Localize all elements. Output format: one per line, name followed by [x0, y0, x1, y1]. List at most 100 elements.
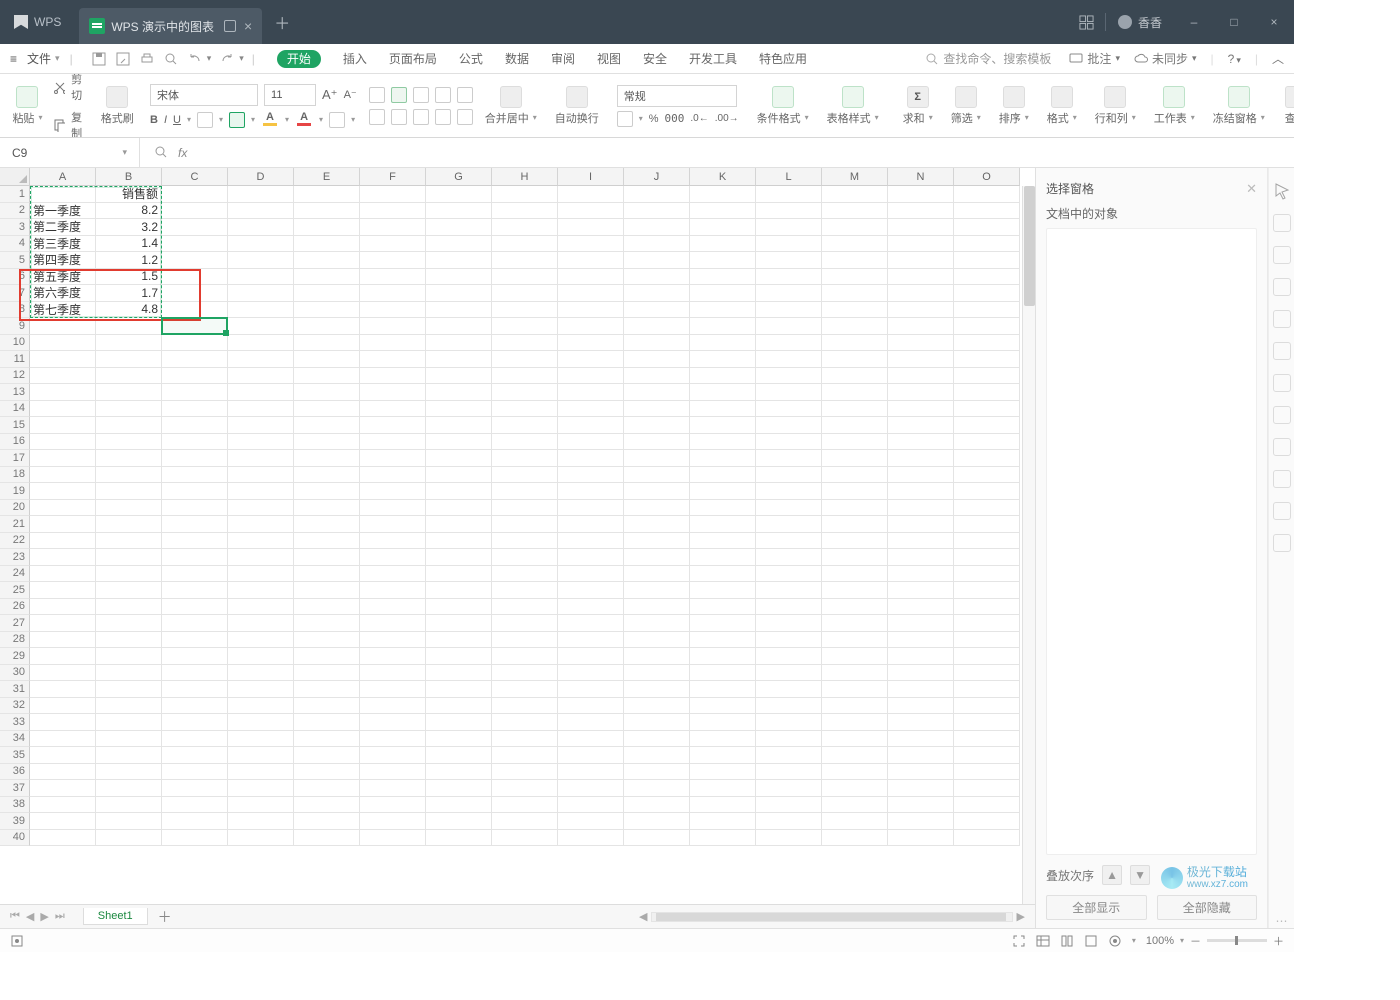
column-header[interactable]: I: [558, 168, 624, 186]
cell[interactable]: [228, 219, 294, 236]
cell[interactable]: [888, 384, 954, 401]
cell[interactable]: [756, 219, 822, 236]
cell[interactable]: [624, 219, 690, 236]
cell[interactable]: [96, 351, 162, 368]
cell[interactable]: [624, 533, 690, 550]
cell[interactable]: [294, 698, 360, 715]
tab-devtools[interactable]: 开发工具: [689, 44, 737, 74]
row-header[interactable]: 36: [0, 764, 30, 781]
cell[interactable]: [228, 747, 294, 764]
column-header[interactable]: J: [624, 168, 690, 186]
cell[interactable]: [360, 830, 426, 847]
cell[interactable]: [426, 219, 492, 236]
cell[interactable]: [294, 731, 360, 748]
help-icon[interactable]: [1273, 534, 1291, 552]
cell[interactable]: [360, 318, 426, 335]
cell[interactable]: [360, 483, 426, 500]
row-header[interactable]: 4: [0, 236, 30, 253]
cell[interactable]: [624, 648, 690, 665]
cell[interactable]: [558, 731, 624, 748]
cell[interactable]: [888, 615, 954, 632]
cell[interactable]: [426, 830, 492, 847]
row-header[interactable]: 28: [0, 632, 30, 649]
cell[interactable]: [294, 582, 360, 599]
cell[interactable]: [426, 566, 492, 583]
merge-center-button[interactable]: 合并居中: [479, 86, 543, 126]
add-sheet-button[interactable]: ＋: [158, 907, 172, 927]
row-header[interactable]: 34: [0, 731, 30, 748]
cell[interactable]: [822, 549, 888, 566]
cell[interactable]: [360, 401, 426, 418]
cell[interactable]: [756, 533, 822, 550]
row-header[interactable]: 18: [0, 467, 30, 484]
cell[interactable]: [30, 467, 96, 484]
cell[interactable]: [426, 632, 492, 649]
cell[interactable]: [558, 285, 624, 302]
cell[interactable]: [954, 252, 1020, 269]
cell[interactable]: [690, 780, 756, 797]
row-header[interactable]: 33: [0, 714, 30, 731]
cell[interactable]: [954, 516, 1020, 533]
number-format-select[interactable]: [617, 85, 737, 107]
cell[interactable]: [558, 780, 624, 797]
presentation-mode-icon[interactable]: [224, 20, 236, 32]
filter-button[interactable]: 筛选: [945, 86, 987, 126]
column-header[interactable]: A: [30, 168, 96, 186]
clipboard-icon[interactable]: [1273, 374, 1291, 392]
cell[interactable]: [690, 252, 756, 269]
cell[interactable]: [228, 516, 294, 533]
cell[interactable]: [96, 582, 162, 599]
cell[interactable]: [294, 467, 360, 484]
cell[interactable]: [360, 566, 426, 583]
cell[interactable]: [624, 285, 690, 302]
cell[interactable]: [822, 780, 888, 797]
cell[interactable]: [294, 747, 360, 764]
row-header[interactable]: 6: [0, 269, 30, 286]
cell[interactable]: [360, 615, 426, 632]
cell[interactable]: 第三季度: [30, 236, 96, 253]
cell[interactable]: [822, 698, 888, 715]
cell[interactable]: [492, 698, 558, 715]
cell[interactable]: [228, 285, 294, 302]
cell[interactable]: [294, 533, 360, 550]
rail-more-icon[interactable]: ⋯: [1276, 914, 1288, 928]
cell[interactable]: [690, 632, 756, 649]
cell[interactable]: [30, 615, 96, 632]
cell[interactable]: [426, 516, 492, 533]
cell[interactable]: [624, 252, 690, 269]
cell[interactable]: [162, 203, 228, 220]
cell[interactable]: [426, 714, 492, 731]
cell[interactable]: [360, 219, 426, 236]
cell[interactable]: [492, 549, 558, 566]
indent-decrease-icon[interactable]: [435, 87, 451, 103]
cell[interactable]: [954, 599, 1020, 616]
cell[interactable]: [360, 186, 426, 203]
align-left-icon[interactable]: [369, 109, 385, 125]
cell[interactable]: [162, 302, 228, 319]
cell[interactable]: [294, 203, 360, 220]
cell[interactable]: [756, 318, 822, 335]
history-icon[interactable]: [1273, 502, 1291, 520]
cell[interactable]: [756, 351, 822, 368]
clear-format-button[interactable]: [329, 112, 345, 128]
cell[interactable]: [558, 351, 624, 368]
cell[interactable]: [624, 417, 690, 434]
cell[interactable]: 第七季度: [30, 302, 96, 319]
cell[interactable]: [492, 368, 558, 385]
cell[interactable]: [228, 764, 294, 781]
cell[interactable]: [30, 516, 96, 533]
cell[interactable]: [888, 351, 954, 368]
cell[interactable]: [360, 632, 426, 649]
tab-special[interactable]: 特色应用: [759, 44, 807, 74]
cell[interactable]: [888, 500, 954, 517]
cell[interactable]: [30, 780, 96, 797]
cell[interactable]: [30, 714, 96, 731]
cell[interactable]: [558, 533, 624, 550]
worksheet-button[interactable]: 工作表: [1148, 86, 1201, 126]
cell[interactable]: [96, 467, 162, 484]
cell[interactable]: [756, 401, 822, 418]
cell[interactable]: [888, 483, 954, 500]
cell[interactable]: [492, 269, 558, 286]
cell[interactable]: [756, 549, 822, 566]
cell[interactable]: [558, 797, 624, 814]
